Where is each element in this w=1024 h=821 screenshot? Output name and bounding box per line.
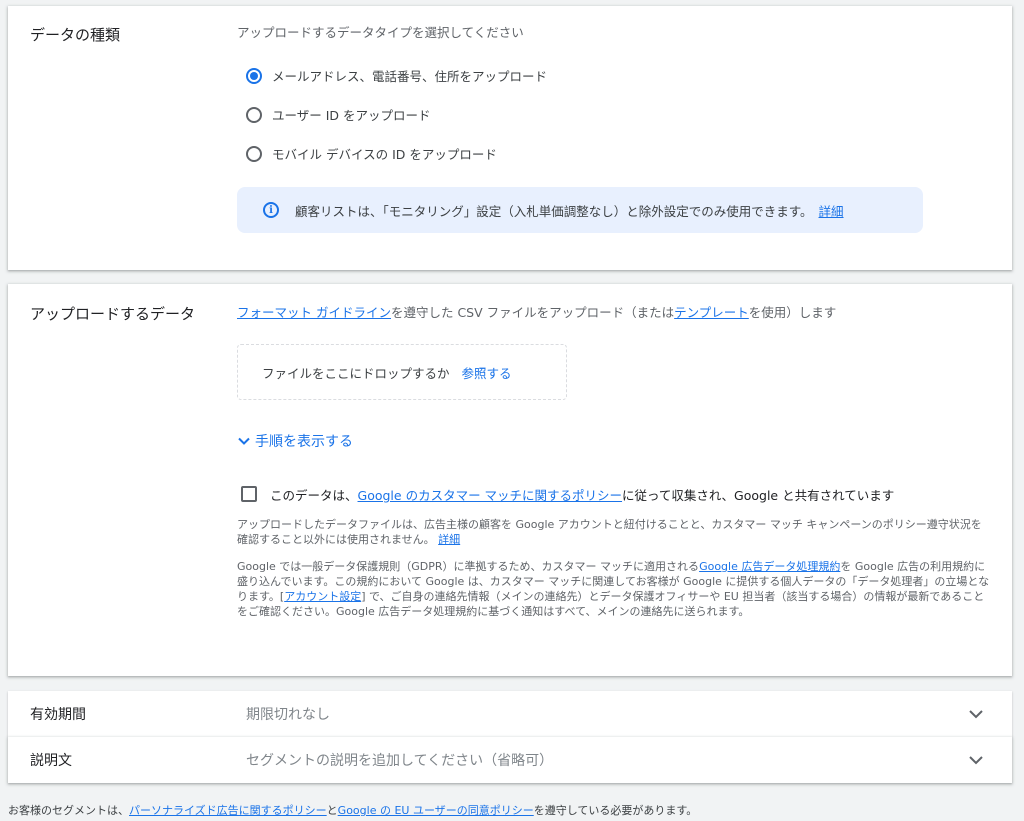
data-usage-learn-more-link[interactable]: 詳細 [438, 533, 460, 546]
data-usage-paragraph: アップロードしたデータファイルは、広告主様の顧客を Google アカウントと紐… [237, 517, 992, 547]
format-guidelines-link[interactable]: フォーマット ガイドライン [237, 305, 391, 320]
data-usage-text: アップロードしたデータファイルは、広告主様の顧客を Google アカウントと紐… [237, 518, 982, 546]
data-type-title: データの種類 [30, 26, 121, 44]
footer-text-end: を遵守している必要があります。 [533, 804, 698, 817]
radio-label: メールアドレス、電話番号、住所をアップロード [272, 69, 548, 84]
data-type-card: データの種類 アップロードするデータタイプを選択してください メールアドレス、電… [8, 6, 1012, 270]
expiration-value: 期限切れなし [246, 707, 330, 723]
info-banner: i 顧客リストは、「モニタリング」設定（入札単価調整なし）と除外設定でのみ使用で… [237, 187, 923, 233]
customer-match-policy-link[interactable]: Google のカスタマー マッチに関するポリシー [358, 488, 623, 503]
radio-label: モバイル デバイスの ID をアップロード [272, 147, 497, 162]
info-text: 顧客リストは、「モニタリング」設定（入札単価調整なし）と除外設定でのみ使用できま… [295, 203, 813, 219]
show-steps-label: 手順を表示する [255, 434, 353, 450]
chevron-down-icon[interactable] [966, 704, 986, 724]
chevron-down-icon[interactable] [966, 750, 986, 770]
eu-consent-policy-link[interactable]: Google の EU ユーザーの同意ポリシー [338, 804, 534, 817]
gdpr-paragraph: Google では一般データ保護規則（GDPR）に準拠するため、カスタマー マッ… [237, 559, 992, 619]
consent-text: このデータは、 [270, 488, 358, 503]
expiration-row[interactable]: 有効期間 期限切れなし [8, 691, 1012, 737]
radio-label: ユーザー ID をアップロード [272, 108, 431, 123]
data-type-subtitle: アップロードするデータタイプを選択してください [237, 25, 524, 40]
radio-selected-icon[interactable] [246, 67, 262, 84]
show-steps-toggle[interactable]: 手順を表示する [237, 431, 353, 451]
footer-text: お客様のセグメントは、 [8, 804, 129, 817]
browse-link[interactable]: 参照する [462, 363, 512, 382]
upload-intro-text-end: を使用）します [748, 305, 837, 320]
data-processing-terms-link[interactable]: Google 広告データ処理規約 [699, 560, 840, 573]
page: データの種類 アップロードするデータタイプを選択してください メールアドレス、電… [0, 0, 1024, 821]
radio-option-user-id[interactable]: ユーザー ID をアップロード [246, 105, 431, 124]
drop-text: ファイルをここにドロップするか [262, 365, 450, 381]
footer-text-and: と [326, 804, 338, 817]
radio-option-email[interactable]: メールアドレス、電話番号、住所をアップロード [246, 66, 547, 85]
gdpr-text: Google では一般データ保護規則（GDPR）に準拠するため、カスタマー マッ… [237, 560, 700, 573]
info-icon: i [263, 202, 279, 218]
consent-checkbox[interactable] [241, 486, 257, 502]
description-row[interactable]: 説明文 セグメントの説明を追加してください（省略可） [8, 737, 1012, 783]
policy-footer: お客様のセグメントは、パーソナライズド広告に関するポリシーとGoogle の E… [8, 802, 697, 818]
personalized-ads-policy-link[interactable]: パーソナライズド広告に関するポリシー [129, 804, 327, 817]
account-settings-link[interactable]: アカウント設定 [284, 590, 361, 603]
info-learn-more-link[interactable]: 詳細 [819, 201, 844, 220]
upload-intro: フォーマット ガイドラインを遵守した CSV ファイルをアップロード（またはテン… [237, 302, 836, 321]
file-drop-zone[interactable]: ファイルをここにドロップするか 参照する [237, 344, 567, 400]
expiration-label: 有効期間 [30, 707, 86, 723]
upload-data-title: アップロードするデータ [30, 305, 196, 323]
chevron-down-icon [238, 437, 250, 445]
upload-intro-text: を遵守した CSV ファイルをアップロード（または [390, 305, 675, 320]
description-placeholder: セグメントの説明を追加してください（省略可） [246, 753, 554, 769]
consent-text-end: に従って収集され、Google と共有されています [622, 488, 895, 503]
description-label: 説明文 [30, 753, 72, 769]
radio-unselected-icon[interactable] [246, 106, 262, 123]
template-link[interactable]: テンプレート [674, 305, 749, 320]
consent-label: このデータは、Google のカスタマー マッチに関するポリシーに従って収集され… [270, 485, 894, 504]
radio-option-mobile-id[interactable]: モバイル デバイスの ID をアップロード [246, 144, 497, 163]
radio-unselected-icon[interactable] [246, 145, 262, 162]
upload-data-card: アップロードするデータ フォーマット ガイドラインを遵守した CSV ファイルを… [8, 284, 1012, 676]
